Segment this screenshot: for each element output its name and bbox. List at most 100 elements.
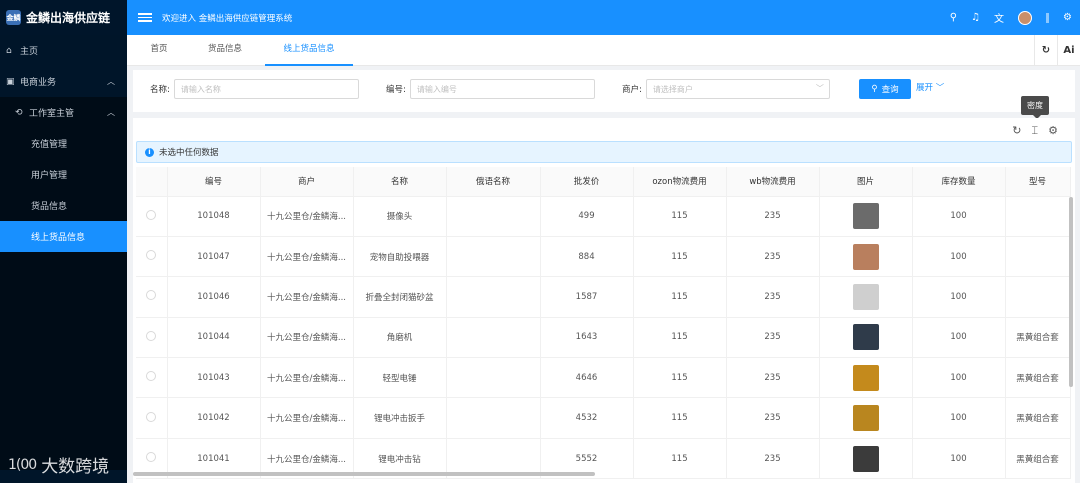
search-icon[interactable]: ⚲: [950, 12, 957, 23]
tab-online-goods[interactable]: 线上货品信息: [265, 35, 353, 66]
code-label: 编号:: [386, 85, 406, 95]
product-thumbnail[interactable]: [852, 243, 879, 270]
avatar[interactable]: [1018, 10, 1033, 25]
translate-icon[interactable]: 文: [994, 10, 1004, 25]
sidebar-item-label: 电商业务: [20, 78, 57, 88]
merchant-select[interactable]: ﹀: [645, 79, 830, 99]
product-thumbnail[interactable]: [852, 405, 879, 432]
reload-icon[interactable]: ↻: [1012, 124, 1021, 138]
cell-wb: 235: [726, 236, 820, 278]
horizontal-scrollbar[interactable]: [133, 472, 595, 476]
table-row[interactable]: 101043 十九公里仓/金鳞海... 轻型电锤 4646 115 235 100 黑黄组合套: [136, 357, 1071, 399]
cell-price: 4646: [540, 357, 634, 399]
code-input[interactable]: [409, 79, 595, 99]
tab-home[interactable]: 首页: [141, 35, 177, 66]
settings-icon[interactable]: ⚙: [1063, 12, 1072, 23]
sidebar-item-studio[interactable]: ⟲ 工作室主管 ︿: [0, 97, 127, 128]
row-radio[interactable]: [146, 452, 157, 463]
header-name: 名称: [353, 167, 447, 197]
tabs-bar: 首页 货品信息 线上货品信息 ↻ Ai: [127, 35, 1080, 66]
header-price: 批发价: [540, 167, 634, 197]
name-input[interactable]: [173, 79, 359, 99]
menu-fold-icon[interactable]: [138, 13, 152, 22]
row-radio[interactable]: [146, 371, 157, 382]
product-thumbnail[interactable]: [852, 445, 879, 472]
cell-name: 摄像头: [353, 196, 447, 237]
cell-ozon: 115: [633, 357, 727, 399]
ai-button[interactable]: Ai: [1057, 35, 1080, 66]
sidebar-item-users[interactable]: 用户管理: [0, 159, 127, 190]
bell-icon[interactable]: ♫: [971, 12, 980, 23]
table-row[interactable]: 101046 十九公里仓/金鳞海... 折叠全封闭猫砂盆 1587 115 235 100: [136, 276, 1071, 318]
sidebar-item-label: 主页: [20, 47, 39, 57]
chevron-down-icon: ﹀: [815, 84, 824, 93]
cell-ozon: 115: [633, 276, 727, 318]
brand[interactable]: 金鳞 金鳞出海供应链: [0, 0, 127, 35]
table-row[interactable]: 101042 十九公里仓/金鳞海... 锂电冲击扳手 4532 115 235 100 黑黄组…: [136, 397, 1071, 439]
chevron-down-icon: ﹀: [935, 83, 945, 93]
row-select-cell: [136, 196, 168, 237]
cell-merchant: 十九公里仓/金鳞海...: [260, 236, 354, 278]
cell-stock: 100: [912, 196, 1006, 237]
row-radio[interactable]: [146, 411, 157, 422]
cell-ru-name: [446, 276, 541, 318]
selection-alert: i 未选中任何数据: [136, 141, 1072, 163]
cell-model: 黑黄组合套: [1005, 317, 1071, 359]
cell-merchant: 十九公里仓/金鳞海...: [260, 397, 354, 439]
product-thumbnail[interactable]: [852, 364, 879, 391]
sidebar-item-home[interactable]: ⌂ 主页: [0, 35, 127, 66]
refresh-icon[interactable]: ↻: [1034, 35, 1057, 66]
expand-label: 展开: [916, 83, 934, 93]
query-button[interactable]: ⚲ 查询: [859, 79, 911, 99]
header-wb: wb物流费用: [726, 167, 820, 197]
row-select-cell: [136, 276, 168, 318]
image-cell: [819, 357, 913, 399]
vertical-scrollbar[interactable]: [1069, 197, 1073, 387]
studio-icon: ⟲: [15, 107, 23, 118]
row-radio[interactable]: [146, 209, 157, 220]
row-radio[interactable]: [146, 290, 157, 301]
cell-model: 黑黄组合套: [1005, 357, 1071, 399]
cell-code: 101042: [167, 397, 261, 439]
density-icon[interactable]: ⌶: [1032, 124, 1039, 138]
cell-price: 1587: [540, 276, 634, 318]
column-settings-icon[interactable]: ⚙: [1048, 124, 1058, 138]
expand-link[interactable]: 展开 ﹀: [916, 81, 944, 93]
header-code: 编号: [167, 167, 261, 197]
cell-name: 宠物自助投喂器: [353, 236, 447, 278]
info-icon: i: [145, 147, 154, 157]
merchant-label: 商户:: [622, 85, 642, 95]
table-row[interactable]: 101044 十九公里仓/金鳞海... 角磨机 1643 115 235 100 黑黄组合套: [136, 317, 1071, 359]
cell-price: 499: [540, 196, 634, 237]
shop-icon: ▣: [6, 76, 15, 87]
product-thumbnail[interactable]: [852, 203, 879, 230]
table-row[interactable]: 101047 十九公里仓/金鳞海... 宠物自助投喂器 884 115 235 100: [136, 236, 1071, 278]
table-row[interactable]: 101048 十九公里仓/金鳞海... 摄像头 499 115 235 100: [136, 196, 1071, 237]
image-cell: [819, 317, 913, 359]
row-radio[interactable]: [146, 250, 157, 261]
cell-ozon: 115: [633, 317, 727, 359]
cell-ozon: 115: [633, 397, 727, 439]
cell-ozon: 115: [633, 236, 727, 278]
cell-stock: 100: [912, 357, 1006, 399]
row-radio[interactable]: [146, 330, 157, 341]
cell-name: 角磨机: [353, 317, 447, 359]
table-tools: ↻ ⌶ ⚙: [1012, 124, 1058, 138]
cell-model: 黑黄组合套: [1005, 438, 1071, 480]
sidebar-item-goods[interactable]: 货品信息: [0, 190, 127, 221]
tab-tools: ↻ Ai: [1034, 35, 1080, 66]
merchant-select-input[interactable]: [645, 79, 830, 99]
product-thumbnail[interactable]: [852, 283, 879, 310]
sidebar-item-label: 用户管理: [31, 171, 68, 181]
sidebar-item-recharge[interactable]: 充值管理: [0, 128, 127, 159]
sidebar-item-online-goods[interactable]: 线上货品信息: [0, 221, 127, 252]
sidebar-item-ecommerce[interactable]: ▣ 电商业务 ︿: [0, 66, 127, 97]
watermark-logo: 1(00: [8, 456, 37, 473]
topbar-actions: ⚲ ♫ 文 ⚙: [950, 0, 1072, 35]
merchant-field: 商户: ﹀: [622, 79, 830, 99]
tab-goods[interactable]: 货品信息: [199, 35, 251, 66]
product-thumbnail[interactable]: [852, 324, 879, 351]
cell-merchant: 十九公里仓/金鳞海...: [260, 317, 354, 359]
table-card: ↻ ⌶ ⚙ i 未选中任何数据 编号 商户 名称 俄语名称 批发价 ozon物流…: [133, 118, 1075, 483]
header-image: 图片: [819, 167, 913, 197]
